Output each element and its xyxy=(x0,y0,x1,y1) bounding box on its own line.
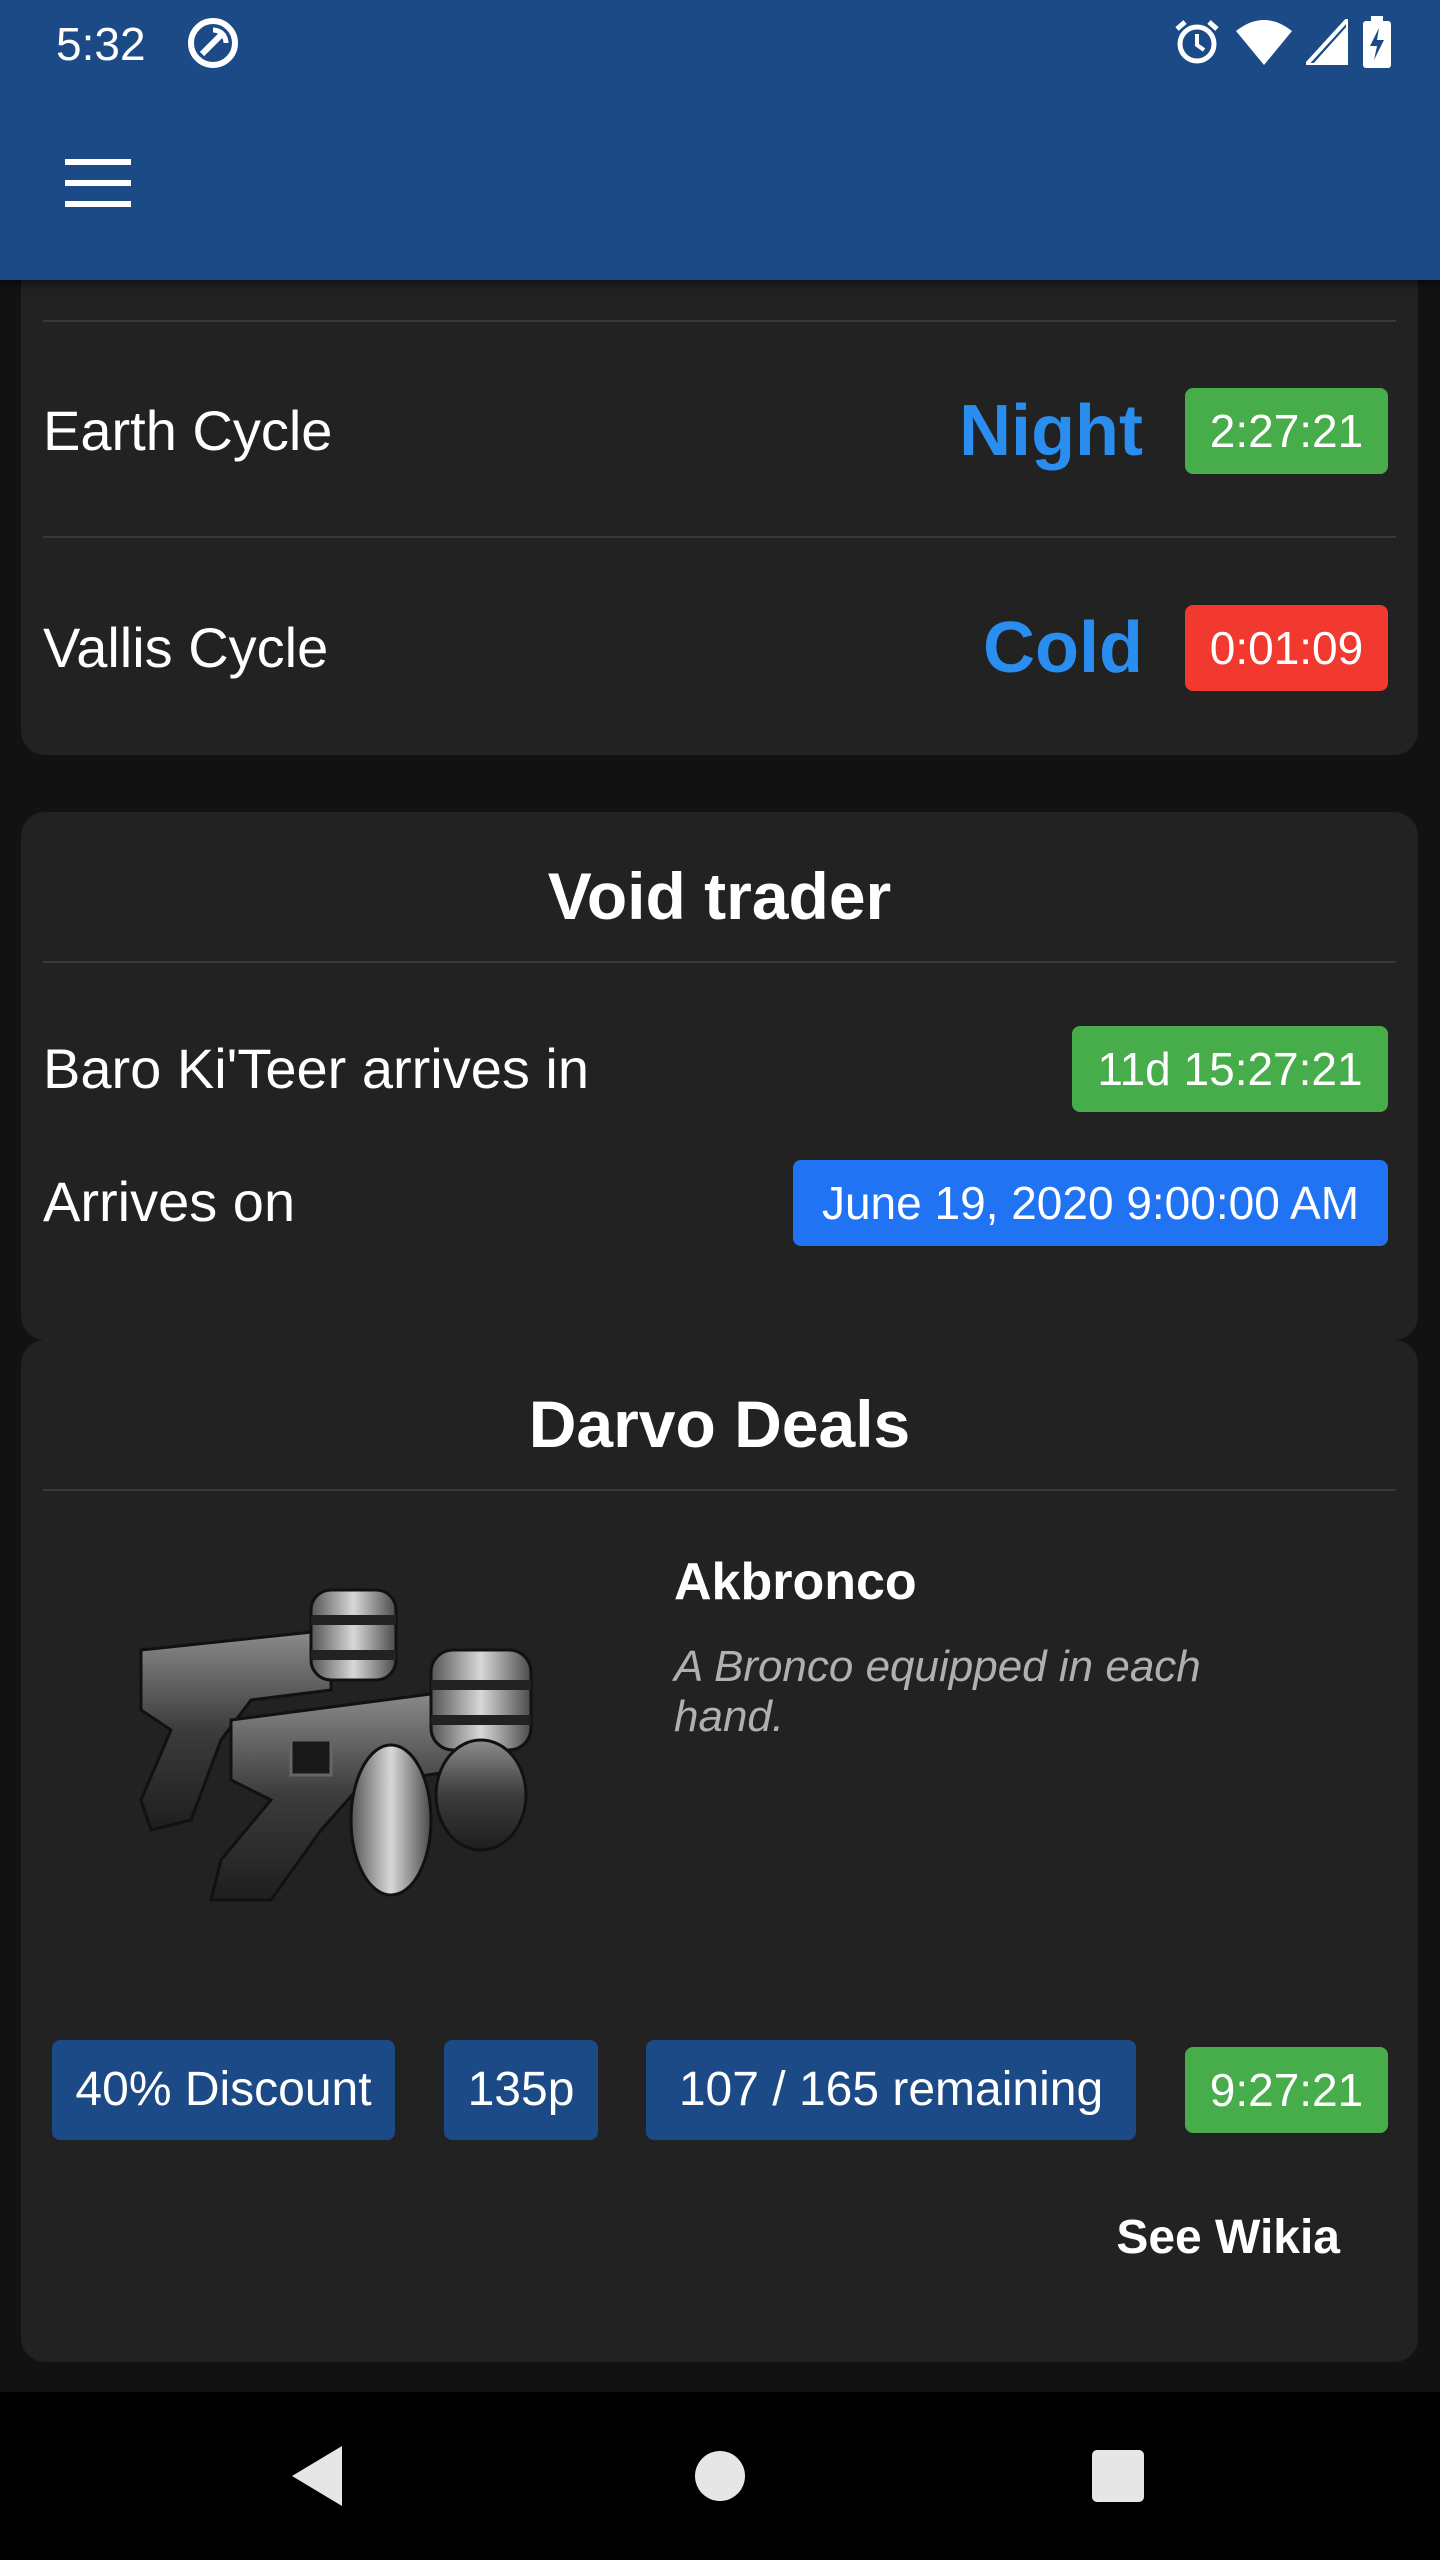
divider xyxy=(43,961,1396,963)
see-wikia-button[interactable]: See Wikia xyxy=(1116,2208,1340,2268)
discount-badge: 40% Discount xyxy=(52,2040,395,2140)
earth-cycle-timer: 2:27:21 xyxy=(1185,388,1388,474)
item-description: A Bronco equipped in each hand. xyxy=(674,1642,1201,1741)
menu-button[interactable] xyxy=(50,150,146,216)
darvo-deals-title: Darvo Deals xyxy=(528,1387,911,1461)
divider xyxy=(43,320,1396,322)
status-time: 5:32 xyxy=(56,18,146,70)
vallis-cycle-timer: 0:01:09 xyxy=(1185,605,1388,691)
sync-icon xyxy=(188,18,238,68)
back-button[interactable] xyxy=(278,2436,358,2516)
recents-icon xyxy=(1092,2450,1144,2502)
cell-signal-icon xyxy=(1306,19,1348,65)
price-badge: 135p xyxy=(444,2040,598,2140)
earth-cycle-state: Night xyxy=(959,391,1143,471)
home-icon xyxy=(695,2451,745,2501)
remaining-badge: 107 / 165 remaining xyxy=(646,2040,1136,2140)
arrives-in-timer: 11d 15:27:21 xyxy=(1072,1026,1388,1112)
content-scroll-area[interactable]: Earth Cycle Night 2:27:21 Vallis Cycle C… xyxy=(0,280,1440,2392)
void-trader-card: Void trader Baro Ki'Teer arrives in 11d … xyxy=(21,812,1418,1340)
home-button[interactable] xyxy=(680,2436,760,2516)
deal-timer: 9:27:21 xyxy=(1185,2047,1388,2133)
void-trader-title: Void trader xyxy=(547,859,892,933)
divider xyxy=(43,1489,1396,1491)
alarm-icon xyxy=(1175,20,1219,64)
vallis-cycle-label: Vallis Cycle xyxy=(43,616,329,679)
recents-button[interactable] xyxy=(1078,2436,1158,2516)
arrives-on-label: Arrives on xyxy=(43,1170,296,1233)
vallis-cycle-state: Cold xyxy=(983,608,1143,688)
navigation-bar xyxy=(0,2392,1440,2560)
item-name: Akbronco xyxy=(674,1553,917,1611)
status-icons xyxy=(1172,14,1392,70)
arrives-in-label: Baro Ki'Teer arrives in xyxy=(43,1037,589,1100)
back-icon xyxy=(292,2446,342,2506)
cycles-card: Earth Cycle Night 2:27:21 Vallis Cycle C… xyxy=(21,280,1418,755)
app-bar: 5:32 xyxy=(0,0,1440,280)
wifi-icon xyxy=(1236,20,1292,65)
darvo-deals-card: Darvo Deals Akbronco A Bronco equipped i… xyxy=(21,1340,1418,2362)
hamburger-menu-icon xyxy=(65,159,131,207)
earth-cycle-label: Earth Cycle xyxy=(43,399,333,462)
divider xyxy=(43,536,1396,538)
battery-charging-icon xyxy=(1363,16,1391,68)
arrives-on-date: June 19, 2020 9:00:00 AM xyxy=(793,1160,1388,1246)
akbronco-weapon-image xyxy=(139,1588,533,1902)
